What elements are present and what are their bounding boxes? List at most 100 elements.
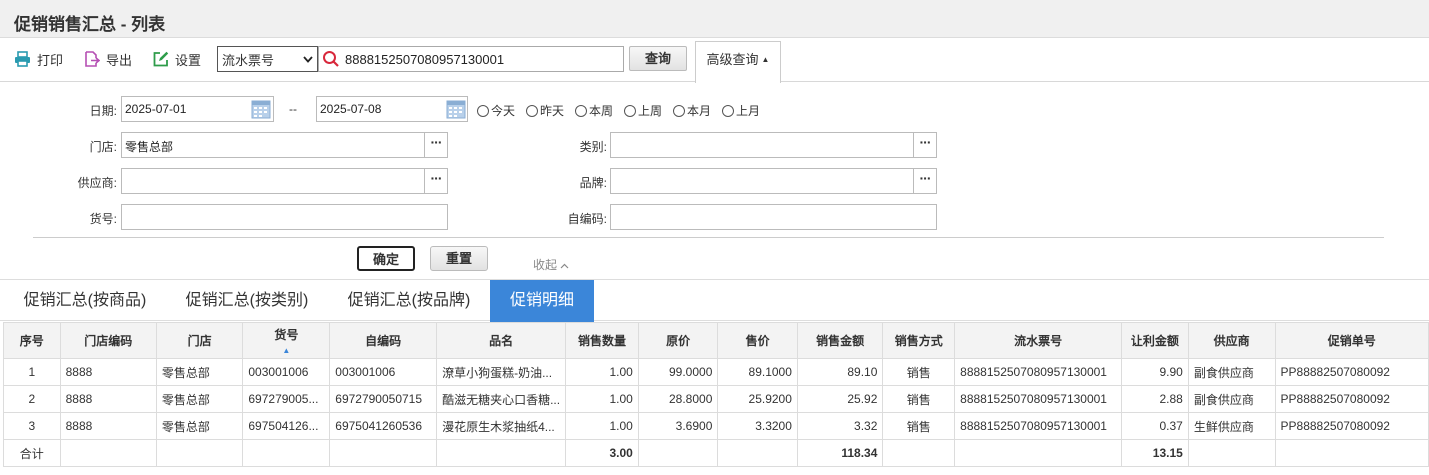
cell-price: 3.3200 bbox=[717, 412, 798, 440]
cell-empty bbox=[637, 439, 719, 467]
brand-label: 品牌: bbox=[579, 176, 607, 190]
cell-sale-type: 销售 bbox=[882, 358, 956, 386]
col-header[interactable]: 销售金额 bbox=[796, 322, 884, 359]
store-picker-button[interactable]: ··· bbox=[424, 132, 448, 158]
cell-amount: 89.10 bbox=[796, 358, 884, 386]
supplier-label: 供应商: bbox=[77, 176, 117, 190]
col-header[interactable]: 门店 bbox=[155, 322, 244, 359]
radio-label: 上月 bbox=[736, 104, 761, 118]
tab-summary-by-item[interactable]: 促销汇总(按商品) bbox=[12, 280, 158, 322]
settings-button[interactable]: 设置 bbox=[153, 50, 201, 68]
col-header[interactable]: 售价 bbox=[717, 322, 798, 359]
category-label: 类别: bbox=[579, 140, 607, 154]
table-row[interactable]: 3 8888 零售总部 697504126... 6975041260536 漫… bbox=[3, 412, 1429, 440]
cell-self-code: 6972790050715 bbox=[329, 385, 438, 413]
query-button[interactable]: 查询 bbox=[629, 46, 687, 71]
cell-empty bbox=[717, 439, 798, 467]
tab-summary-by-category[interactable]: 促销汇总(按类别) bbox=[172, 280, 322, 322]
search-type-select[interactable]: 流水票号 bbox=[217, 46, 318, 72]
calendar-icon[interactable] bbox=[250, 98, 272, 120]
col-header[interactable]: 让利金额 bbox=[1120, 322, 1189, 359]
radio-last-month[interactable]: 上月 bbox=[722, 102, 760, 119]
cell-supplier: 生鲜供应商 bbox=[1187, 412, 1276, 440]
calendar-icon[interactable] bbox=[445, 98, 467, 120]
cell-qty: 1.00 bbox=[565, 412, 639, 440]
cell-ticket-no: 8888152507080957130001 bbox=[954, 358, 1122, 386]
cell-empty bbox=[882, 439, 956, 467]
item-no-field[interactable] bbox=[121, 204, 448, 230]
tab-promo-detail[interactable]: 促销明细 bbox=[490, 280, 594, 322]
radio-this-week[interactable]: 本周 bbox=[575, 102, 613, 119]
col-header[interactable]: 自编码 bbox=[329, 322, 438, 359]
cell-item-no: 697279005... bbox=[242, 385, 331, 413]
chevron-down-icon bbox=[303, 55, 313, 63]
col-header-sorted[interactable]: 货号 ▲ bbox=[242, 322, 331, 359]
cell-discount: 0.37 bbox=[1120, 412, 1189, 440]
brand-field[interactable] bbox=[610, 168, 914, 194]
cell-sale-type: 销售 bbox=[882, 385, 956, 413]
col-header[interactable]: 供应商 bbox=[1187, 322, 1276, 359]
search-type-value: 流水票号 bbox=[222, 52, 275, 68]
toolbar: 打印 导出 设置 流水票号 8888152507080957130001 查询 … bbox=[0, 38, 1429, 83]
radio-this-month[interactable]: 本月 bbox=[673, 102, 711, 119]
cell-empty bbox=[242, 439, 331, 467]
col-header[interactable]: 销售数量 bbox=[565, 322, 639, 359]
cell-orig-price: 99.0000 bbox=[637, 358, 719, 386]
date-separator: -- bbox=[289, 102, 297, 116]
export-button[interactable]: 导出 bbox=[84, 50, 132, 68]
radio-yesterday[interactable]: 昨天 bbox=[526, 102, 564, 119]
col-header[interactable]: 原价 bbox=[637, 322, 719, 359]
reset-button[interactable]: 重置 bbox=[430, 246, 488, 271]
confirm-button[interactable]: 确定 bbox=[357, 246, 415, 271]
col-header-label: 货号 bbox=[274, 328, 299, 342]
col-header[interactable]: 销售方式 bbox=[882, 322, 956, 359]
search-input[interactable]: 8888152507080957130001 bbox=[318, 46, 624, 72]
col-header[interactable]: 促销单号 bbox=[1274, 322, 1429, 359]
table-row[interactable]: 1 8888 零售总部 003001006 003001006 潦草小狗蛋糕-奶… bbox=[3, 358, 1429, 386]
col-header[interactable]: 门店编码 bbox=[59, 322, 157, 359]
cell-store: 零售总部 bbox=[155, 385, 244, 413]
table-row[interactable]: 2 8888 零售总部 697279005... 6972790050715 酷… bbox=[3, 385, 1429, 413]
cell-empty bbox=[1274, 439, 1429, 467]
self-code-label: 自编码: bbox=[567, 212, 607, 226]
export-label: 导出 bbox=[106, 52, 133, 68]
radio-last-week[interactable]: 上周 bbox=[624, 102, 662, 119]
cell-orig-price: 28.8000 bbox=[637, 385, 719, 413]
self-code-field[interactable] bbox=[610, 204, 937, 230]
print-button[interactable]: 打印 bbox=[14, 50, 63, 68]
title-bar: 促销销售汇总 - 列表 bbox=[0, 0, 1429, 38]
cell-promo-no: PP88882507080092 bbox=[1274, 358, 1429, 386]
cell-product-name: 潦草小狗蛋糕-奶油... bbox=[436, 358, 567, 386]
cell-self-code: 6975041260536 bbox=[329, 412, 438, 440]
collapse-link[interactable]: 收起 bbox=[533, 256, 569, 273]
date-label: 日期: bbox=[89, 104, 117, 118]
cell-orig-price: 3.6900 bbox=[637, 412, 719, 440]
brand-picker-button[interactable]: ··· bbox=[913, 168, 937, 194]
cell-price: 25.9200 bbox=[717, 385, 798, 413]
item-no-label: 货号: bbox=[89, 212, 117, 226]
supplier-field[interactable] bbox=[121, 168, 425, 194]
cell-sale-type: 销售 bbox=[882, 412, 956, 440]
promo-detail-table: 序号 门店编码 门店 货号 ▲ 自编码 品名 销售数量 原价 售价 销售金额 销… bbox=[3, 322, 1429, 467]
search-value: 8888152507080957130001 bbox=[345, 51, 505, 67]
category-field[interactable] bbox=[610, 132, 914, 158]
col-header[interactable]: 流水票号 bbox=[954, 322, 1122, 359]
cell-store: 零售总部 bbox=[155, 412, 244, 440]
tab-summary-by-brand[interactable]: 促销汇总(按品牌) bbox=[334, 280, 484, 322]
col-header[interactable]: 品名 bbox=[436, 322, 567, 359]
total-discount: 13.15 bbox=[1120, 439, 1189, 467]
cell-seq: 2 bbox=[3, 385, 61, 413]
col-header[interactable]: 序号 bbox=[3, 322, 61, 359]
export-icon bbox=[85, 51, 100, 67]
cell-empty bbox=[329, 439, 438, 467]
cell-discount: 9.90 bbox=[1120, 358, 1189, 386]
category-picker-button[interactable]: ··· bbox=[913, 132, 937, 158]
advanced-query-tab[interactable]: 高级查询 ▲ bbox=[695, 41, 781, 83]
radio-label: 本周 bbox=[589, 104, 614, 118]
radio-label: 今天 bbox=[491, 104, 516, 118]
radio-today[interactable]: 今天 bbox=[477, 102, 515, 119]
collapse-label: 收起 bbox=[533, 258, 558, 272]
radio-circle bbox=[722, 104, 734, 117]
store-field[interactable]: 零售总部 bbox=[121, 132, 425, 158]
supplier-picker-button[interactable]: ··· bbox=[424, 168, 448, 194]
